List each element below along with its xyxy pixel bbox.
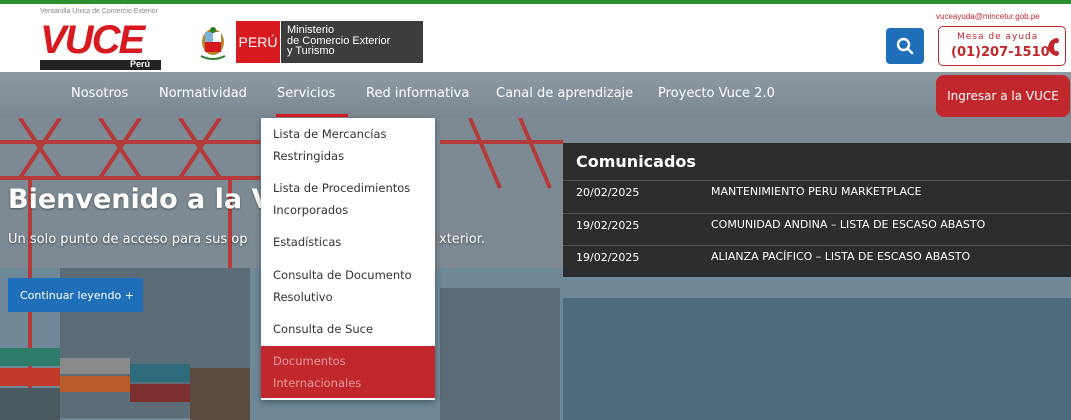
logo-country: Perú xyxy=(130,59,151,69)
nav-item-servicios[interactable]: Servicios xyxy=(277,86,335,101)
dropdown-item-mercancias-restringidas[interactable]: Lista de Mercancías Restringidas xyxy=(261,123,435,167)
help-desk-box[interactable]: Mesa de ayuda (01)207-1510 xyxy=(938,26,1066,66)
hero-subtitle-tail: xterior. xyxy=(439,232,485,247)
comunicados-panel: Comunicados 20/02/2025 MANTENIMIENTO PER… xyxy=(563,143,1071,277)
nav-item-nosotros[interactable]: Nosotros xyxy=(71,86,128,101)
dropdown-item-consulta-suce[interactable]: Consulta de Suce xyxy=(261,318,435,340)
search-icon xyxy=(896,37,914,55)
peru-label: PERÚ xyxy=(236,21,280,63)
nav-item-canal-de-aprendizaje[interactable]: Canal de aprendizaje xyxy=(496,86,633,101)
comunicado-row[interactable]: 19/02/2025 ALIANZA PACÍFICO – LISTA DE E… xyxy=(563,245,1071,269)
search-button[interactable] xyxy=(886,28,924,64)
peru-coat-of-arms-icon xyxy=(200,27,226,60)
site-header: Ventanilla Única de Comercio Exterior VU… xyxy=(0,4,1071,72)
comunicado-title[interactable]: ALIANZA PACÍFICO – LISTA DE ESCASO ABAST… xyxy=(711,250,970,263)
servicios-dropdown-menu: Lista de Mercancías Restringidas Lista d… xyxy=(261,118,435,400)
help-email-link[interactable]: vuceayuda@mincetur.gob.pe xyxy=(936,12,1040,21)
hero-title: Bienvenido a la VU xyxy=(8,184,295,215)
hero-subtitle: Un solo punto de acceso para sus op xyxy=(8,232,248,247)
help-desk-phone: (01)207-1510 xyxy=(951,45,1050,60)
comunicado-row[interactable]: 20/02/2025 MANTENIMIENTO PERU MARKETPLAC… xyxy=(563,180,1071,204)
phone-icon xyxy=(1048,38,1059,56)
comunicado-date: 20/02/2025 xyxy=(576,186,640,199)
dropdown-item-documentos-internacionales[interactable]: Documentos Internacionales xyxy=(261,346,435,398)
comunicados-title: Comunicados xyxy=(576,152,696,171)
nav-item-proyecto-vuce[interactable]: Proyecto Vuce 2.0 xyxy=(658,86,775,101)
logo-word: VUCE xyxy=(40,18,145,62)
logo-tagline: Ventanilla Única de Comercio Exterior xyxy=(40,8,158,15)
ministry-line-1: Ministerio xyxy=(287,24,335,36)
nav-item-red-informativa[interactable]: Red informativa xyxy=(366,86,469,101)
help-desk-label: Mesa de ayuda xyxy=(957,32,1039,42)
ministry-label: Ministerio de Comercio Exterior y Turism… xyxy=(281,21,423,63)
active-nav-underline xyxy=(276,114,348,117)
login-button[interactable]: Ingresar a la VUCE xyxy=(936,75,1070,117)
dropdown-item-estadisticas[interactable]: Estadísticas xyxy=(261,231,435,253)
comunicado-date: 19/02/2025 xyxy=(576,219,640,232)
dropdown-item-procedimientos-incorporados[interactable]: Lista de Procedimientos Incorporados xyxy=(261,177,435,221)
nav-item-normatividad[interactable]: Normatividad xyxy=(159,86,247,101)
ministry-line-3: y Turismo xyxy=(287,45,335,57)
dropdown-item-documento-resolutivo[interactable]: Consulta de Documento Resolutivo xyxy=(261,264,435,308)
continue-reading-button[interactable]: Continuar leyendo + xyxy=(8,278,143,312)
comunicado-title[interactable]: COMUNIDAD ANDINA – LISTA DE ESCASO ABAST… xyxy=(711,218,985,231)
comunicado-title[interactable]: MANTENIMIENTO PERU MARKETPLACE xyxy=(711,185,921,198)
comunicado-date: 19/02/2025 xyxy=(576,251,640,264)
comunicado-row[interactable]: 19/02/2025 COMUNIDAD ANDINA – LISTA DE E… xyxy=(563,213,1071,237)
main-nav: Nosotros Normatividad Servicios Red info… xyxy=(0,72,1071,118)
vuce-logo[interactable]: Ventanilla Única de Comercio Exterior VU… xyxy=(40,8,172,70)
